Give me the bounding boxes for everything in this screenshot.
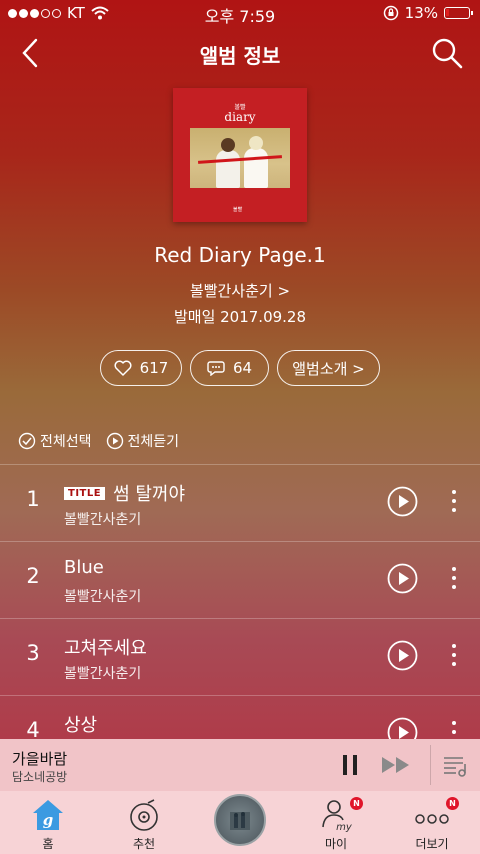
play-icon[interactable]	[387, 486, 418, 517]
rotation-lock-icon	[383, 5, 398, 21]
track-title: 고쳐주세요	[64, 634, 147, 660]
comment-bubble-icon	[207, 361, 225, 376]
play-icon[interactable]	[387, 640, 418, 671]
battery-percent: 13%	[404, 4, 438, 22]
header: 앨범 정보	[0, 28, 480, 78]
heart-icon	[114, 360, 132, 376]
comment-count: 64	[232, 359, 253, 377]
track-title-text: 상상	[64, 715, 98, 736]
track-title: TITLE 썸 탈꺼야	[64, 480, 185, 506]
track-artist: 볼빨간사춘기	[64, 512, 142, 528]
track-number: 3	[26, 641, 40, 665]
nav-recommend-label: 추천	[132, 837, 156, 851]
play-icon[interactable]	[387, 563, 418, 594]
title-badge: TITLE	[64, 486, 106, 500]
playlist-icon[interactable]	[441, 751, 469, 779]
now-playing-artist: 담소네공방	[12, 770, 68, 784]
album-title: Red Diary Page.1	[154, 243, 326, 267]
mini-player[interactable]: 가을바람 담소네공방	[0, 739, 480, 791]
album-intro-label: 앨범소개 >	[292, 359, 365, 378]
track-title-text: 썸 탈꺼야	[113, 484, 186, 505]
nav-home[interactable]: g 홈	[0, 791, 96, 854]
now-playing-cover-icon	[230, 812, 250, 830]
more-horizontal-icon	[415, 814, 449, 824]
status-right: 13%	[383, 4, 473, 22]
nav-my-label: 마이	[324, 837, 348, 851]
track-toolbar: 전체선택 전체듣기	[18, 430, 179, 452]
track-title: 상상	[64, 711, 97, 737]
nav-more[interactable]: N 더보기	[384, 791, 480, 854]
nav-recommend[interactable]: 추천	[96, 791, 192, 854]
track-number: 1	[26, 487, 40, 511]
now-playing-disc[interactable]	[214, 794, 266, 846]
like-button[interactable]: 617	[100, 350, 182, 386]
album-cover-photo	[190, 128, 290, 188]
track-title: Blue	[64, 557, 104, 578]
nav-more-label: 더보기	[415, 837, 449, 851]
release-date: 발매일 2017.09.28	[173, 308, 307, 326]
select-all-label: 전체선택	[40, 434, 92, 450]
album-cover[interactable]: 볼빨 diary 볼빨	[173, 88, 307, 222]
track-title-text: Blue	[64, 557, 104, 578]
track-number: 2	[26, 564, 40, 588]
album-cover-mark: 볼빨	[233, 207, 243, 213]
select-all-button[interactable]: 전체선택	[18, 431, 92, 451]
now-playing-title: 가을바람	[12, 750, 68, 768]
play-all-button[interactable]: 전체듣기	[106, 431, 180, 451]
track-title-text: 고쳐주세요	[64, 638, 147, 659]
album-intro-button[interactable]: 앨범소개 >	[277, 350, 380, 386]
like-count: 617	[139, 359, 169, 377]
svg-text:g: g	[43, 811, 54, 829]
more-vertical-icon[interactable]	[446, 564, 462, 592]
nav-home-label: 홈	[42, 837, 54, 851]
album-cover-logo: 볼빨 diary	[224, 104, 256, 124]
divider	[430, 745, 431, 785]
my-new-badge: N	[350, 797, 363, 810]
disc-icon	[130, 799, 158, 831]
track-row[interactable]: 2 Blue 볼빨간사춘기	[0, 542, 480, 618]
more-new-badge: N	[446, 797, 459, 810]
comment-button[interactable]: 64	[190, 350, 269, 386]
track-artist: 볼빨간사춘기	[64, 666, 142, 682]
track-artist: 볼빨간사춘기	[64, 589, 142, 605]
album-artist-link[interactable]: 볼빨간사춘기 >	[0, 280, 480, 301]
svg-text:my: my	[336, 822, 353, 833]
track-row[interactable]: 3 고쳐주세요 볼빨간사춘기	[0, 619, 480, 695]
fast-forward-icon[interactable]	[380, 755, 412, 775]
track-row[interactable]: 1 TITLE 썸 탈꺼야 볼빨간사춘기	[0, 465, 480, 541]
check-circle-icon	[18, 432, 36, 450]
status-bar: KT 오후 7:59 13%	[0, 0, 480, 26]
user-icon: my	[322, 800, 353, 833]
search-icon[interactable]	[430, 36, 464, 70]
more-vertical-icon[interactable]	[446, 487, 462, 515]
pause-icon[interactable]	[340, 753, 360, 777]
nav-my[interactable]: my N 마이	[288, 791, 384, 854]
more-vertical-icon[interactable]	[446, 641, 462, 669]
home-icon: g	[33, 800, 63, 830]
play-circle-icon	[106, 432, 123, 450]
page-title: 앨범 정보	[199, 44, 281, 68]
album-info-screen: KT 오후 7:59 13% 앨범 정보 볼빨 diary 볼빨 Red Dia…	[0, 0, 480, 854]
battery-icon	[444, 7, 473, 19]
play-all-label: 전체듣기	[127, 434, 180, 450]
